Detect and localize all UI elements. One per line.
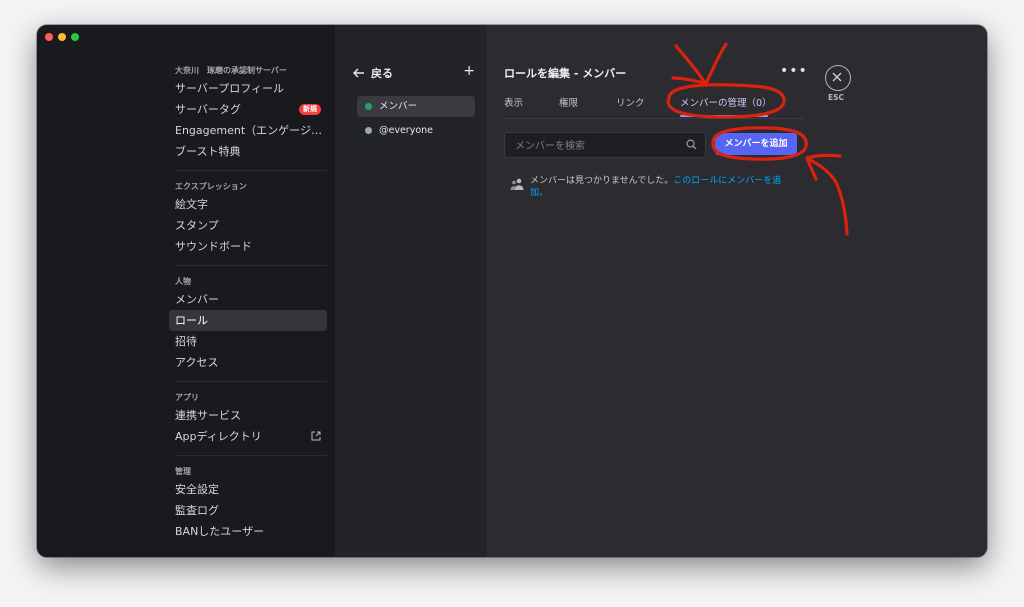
app-window: 大奈川 琢磨の承認制サーバー サーバープロフィール サーバータグ 新規 Engag…: [37, 25, 987, 557]
sidebar-item-invites[interactable]: 招待: [169, 331, 327, 352]
sidebar-item-safety[interactable]: 安全設定: [169, 479, 327, 500]
close-icon: [832, 72, 842, 82]
active-tab-underline: [680, 115, 768, 117]
sidebar-item-label: サーバータグ: [175, 103, 241, 116]
sidebar-item-bans[interactable]: BANしたユーザー: [169, 521, 327, 542]
close-settings-button[interactable]: [825, 65, 851, 91]
tab-display[interactable]: 表示: [504, 95, 523, 109]
minimize-window-button[interactable]: [58, 33, 66, 41]
server-name-header: 大奈川 琢磨の承認制サーバー: [175, 66, 287, 75]
sidebar-item-emoji[interactable]: 絵文字: [169, 194, 327, 215]
empty-text: メンバーは見つかりませんでした。: [530, 176, 674, 186]
sidebar-item-label: 安全設定: [175, 483, 219, 496]
sidebar-item-app-directory[interactable]: Appディレクトリ: [169, 426, 327, 447]
sidebar-item-boost-perks[interactable]: ブースト特典: [169, 141, 327, 162]
tab-links[interactable]: リンク: [616, 95, 645, 109]
sidebar-divider: [175, 265, 327, 266]
more-options-icon[interactable]: •••: [780, 63, 808, 79]
sidebar-divider: [175, 170, 327, 171]
sidebar-item-label: アクセス: [175, 356, 219, 369]
sidebar-item-stickers[interactable]: スタンプ: [169, 215, 327, 236]
section-header-expressions: エクスプレッション: [175, 182, 247, 191]
sidebar-item-server-profile[interactable]: サーバープロフィール: [169, 78, 327, 99]
sidebar-item-engagement[interactable]: Engagement（エンゲージメ...: [169, 120, 327, 141]
empty-message: メンバーは見つかりませんでした。このロールにメンバーを追加。: [530, 175, 795, 199]
role-color-dot: [365, 103, 372, 110]
tab-divider: [504, 118, 804, 119]
search-icon: [686, 139, 697, 150]
sidebar-item-label: メンバー: [175, 293, 219, 306]
role-color-dot: [365, 127, 372, 134]
role-item-everyone[interactable]: @everyone: [357, 120, 475, 141]
role-item-member[interactable]: メンバー: [357, 96, 475, 117]
sidebar-item-label: 招待: [175, 335, 197, 348]
sidebar-divider: [175, 455, 327, 456]
sidebar-item-label: スタンプ: [175, 219, 219, 232]
sidebar-item-label: BANしたユーザー: [175, 525, 265, 538]
new-badge: 新規: [299, 104, 321, 115]
close-window-button[interactable]: [45, 33, 53, 41]
arrow-left-icon: [353, 68, 364, 78]
section-header-people: 人物: [175, 277, 191, 286]
role-edit-main: ロールを編集 - メンバー ••• ESC 表示 権限 リンク メンバーの管理（…: [488, 25, 987, 557]
sidebar-item-label: 監査ログ: [175, 504, 219, 517]
back-button[interactable]: 戻る +: [353, 63, 475, 81]
external-link-icon: [311, 431, 321, 441]
back-label: 戻る: [371, 67, 393, 80]
sidebar-item-label: Appディレクトリ: [175, 430, 262, 443]
sidebar-item-label: Engagement（エンゲージメ...: [175, 124, 327, 137]
settings-nav: 大奈川 琢磨の承認制サーバー サーバープロフィール サーバータグ 新規 Engag…: [169, 63, 327, 542]
sidebar-item-label: サーバープロフィール: [175, 82, 285, 95]
add-members-button[interactable]: メンバーを追加: [715, 133, 797, 155]
member-search-field[interactable]: [504, 132, 706, 159]
esc-label: ESC: [828, 93, 845, 102]
sidebar-item-members[interactable]: メンバー: [169, 289, 327, 310]
role-label: メンバー: [379, 101, 418, 112]
sidebar-item-label: サウンドボード: [175, 240, 252, 253]
page-title: ロールを編集 - メンバー: [504, 67, 627, 80]
sidebar-item-label: ロール: [175, 314, 208, 327]
role-label: @everyone: [379, 125, 434, 136]
sidebar-item-access[interactable]: アクセス: [169, 352, 327, 373]
sidebar-item-integrations[interactable]: 連携サービス: [169, 405, 327, 426]
tab-permissions[interactable]: 権限: [559, 95, 578, 109]
roles-panel: 戻る + メンバー @everyone: [335, 25, 488, 557]
create-role-button[interactable]: +: [463, 63, 475, 79]
settings-sidebar: 大奈川 琢磨の承認制サーバー サーバープロフィール サーバータグ 新規 Engag…: [37, 25, 335, 557]
sidebar-item-server-tag[interactable]: サーバータグ 新規: [169, 99, 327, 120]
window-controls: [45, 33, 79, 41]
sidebar-item-audit-log[interactable]: 監査ログ: [169, 500, 327, 521]
sidebar-item-label: 連携サービス: [175, 409, 241, 422]
sidebar-item-roles[interactable]: ロール: [169, 310, 327, 331]
sidebar-item-label: 絵文字: [175, 198, 208, 211]
maximize-window-button[interactable]: [71, 33, 79, 41]
section-header-apps: アプリ: [175, 393, 199, 402]
people-icon: [510, 178, 524, 190]
sidebar-item-label: ブースト特典: [175, 145, 241, 158]
sidebar-item-soundboard[interactable]: サウンドボード: [169, 236, 327, 257]
sidebar-divider: [175, 381, 327, 382]
member-search-input[interactable]: [513, 133, 677, 159]
tab-manage-members[interactable]: メンバーの管理（0）: [680, 95, 772, 109]
section-header-moderation: 管理: [175, 467, 191, 476]
